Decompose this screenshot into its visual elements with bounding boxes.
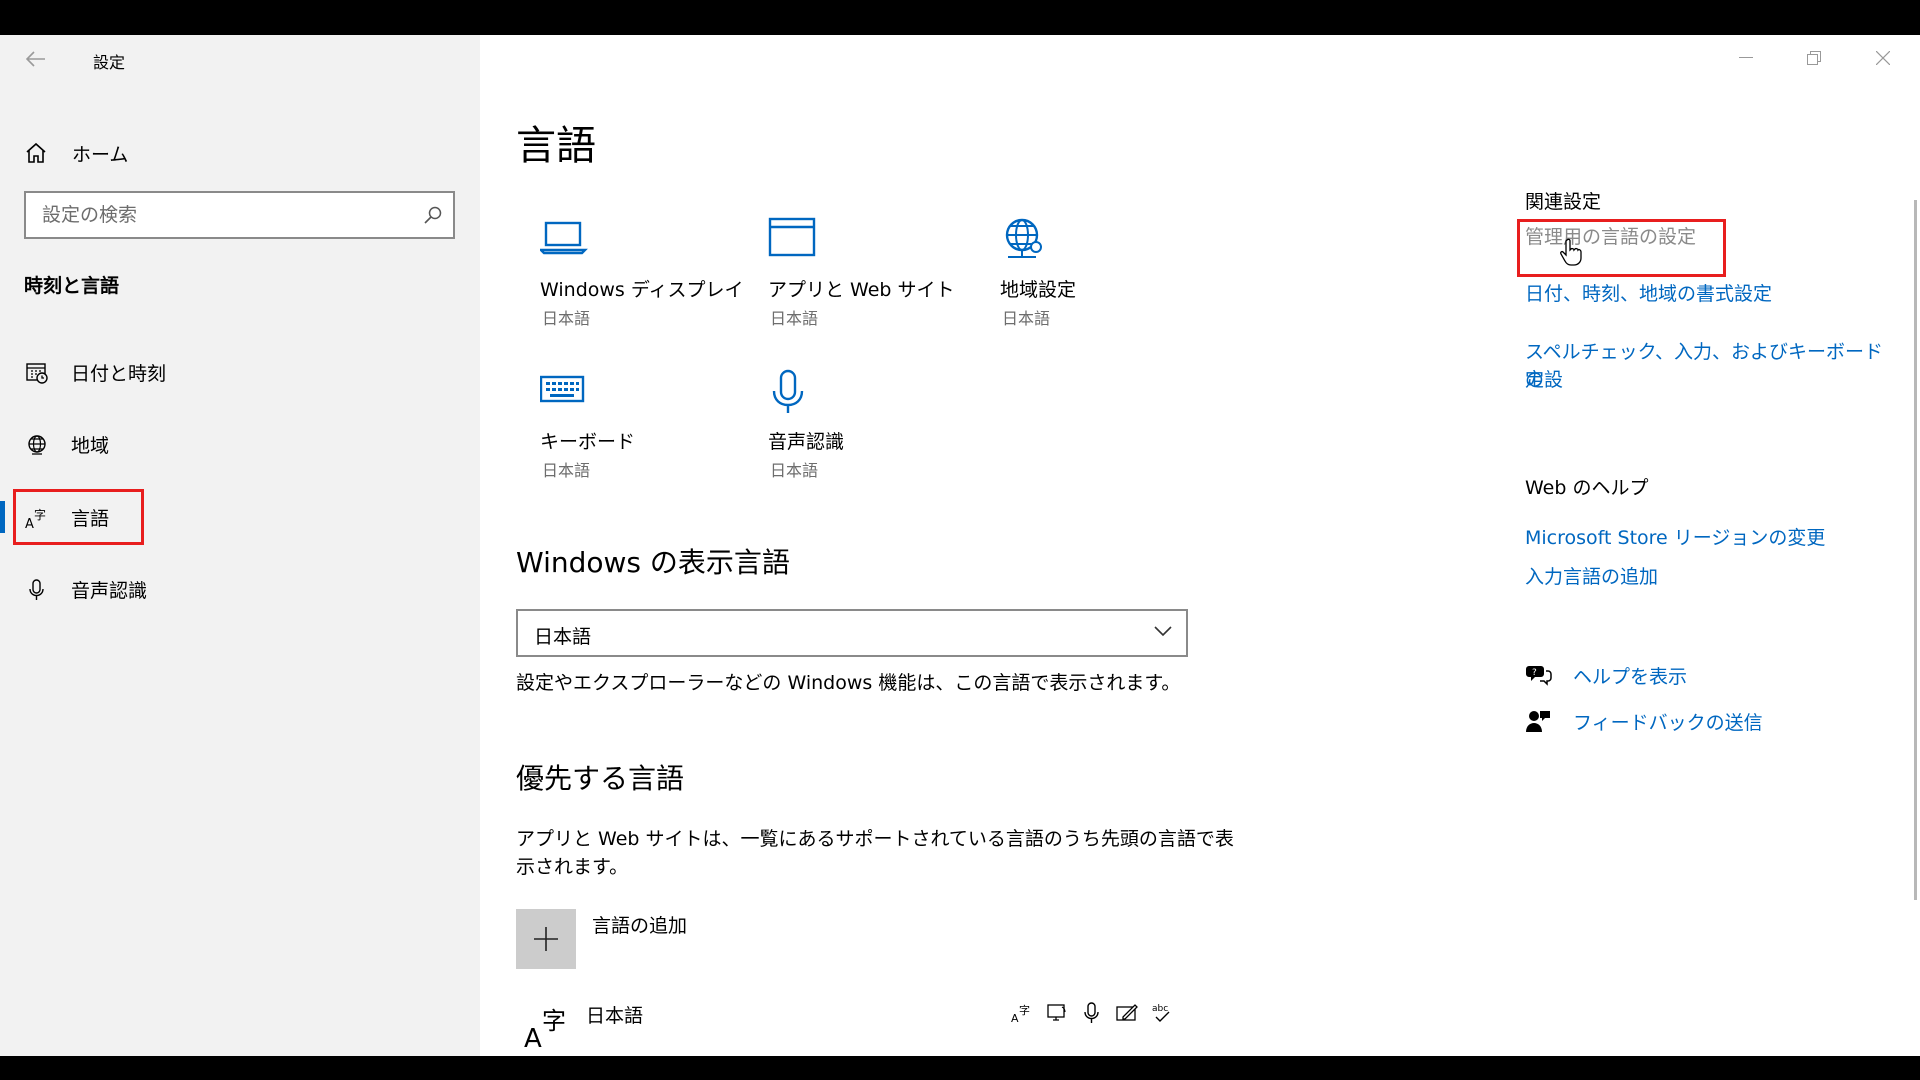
search-box[interactable] <box>24 191 455 239</box>
display-language-description: 設定やエクスプローラーなどの Windows 機能は、この言語で表示されます。 <box>516 672 1181 694</box>
globe-icon <box>24 432 50 458</box>
tile-label: アプリと Web サイト <box>768 279 955 301</box>
svg-text:字: 字 <box>1019 1003 1030 1017</box>
tile-apps-websites[interactable]: アプリと Web サイト 日本語 <box>768 217 988 337</box>
svg-text:abc: abc <box>1152 1004 1168 1014</box>
main-content: 言語 Windows ディスプレイ 日本語 アプリと Web サイト 日本語 地… <box>480 35 1920 1056</box>
microphone-icon <box>772 369 804 413</box>
preferred-languages-description-line2: 示されます。 <box>516 856 629 878</box>
search-input[interactable] <box>26 204 406 226</box>
section-title: 時刻と言語 <box>24 275 120 297</box>
add-language-label[interactable]: 言語の追加 <box>592 911 687 938</box>
sidebar-item-label: 地域 <box>71 435 110 457</box>
feedback-icon <box>1525 707 1553 735</box>
back-arrow-icon <box>26 51 45 67</box>
date-time-region-format-link[interactable]: 日付、時刻、地域の書式設定 <box>1525 280 1895 308</box>
tile-sub: 日本語 <box>770 309 819 328</box>
tile-windows-display[interactable]: Windows ディスプレイ 日本語 <box>540 217 760 337</box>
language-row-japanese[interactable]: 日本語 <box>586 1001 643 1028</box>
display-language-icon: A字 <box>1010 1001 1034 1025</box>
minimize-icon <box>1739 57 1753 58</box>
scrollbar[interactable] <box>1914 200 1917 900</box>
restore-icon <box>1807 51 1821 65</box>
close-icon <box>1876 51 1890 65</box>
tile-regional-format[interactable]: 地域設定 日本語 <box>1000 217 1220 337</box>
search-icon[interactable] <box>423 205 443 225</box>
tile-label: キーボード <box>540 431 636 453</box>
plus-icon <box>534 927 558 951</box>
spellcheck-icon: abc <box>1150 1001 1174 1025</box>
preferred-languages-heading: 優先する言語 <box>516 762 685 795</box>
restore-button[interactable] <box>1794 43 1834 73</box>
add-input-language-link[interactable]: 入力言語の追加 <box>1525 563 1895 591</box>
language-icon: A字 <box>524 1007 566 1051</box>
tile-sub: 日本語 <box>542 309 591 328</box>
home-icon <box>26 142 46 163</box>
minimize-button[interactable] <box>1726 43 1766 73</box>
back-button[interactable] <box>20 43 52 75</box>
tile-sub: 日本語 <box>542 461 591 480</box>
preferred-languages-description-line1: アプリと Web サイトは、一覧にあるサポートされている言語のうち先頭の言語で表 <box>516 828 1234 850</box>
dropdown-value: 日本語 <box>534 626 592 648</box>
speech-recognition-icon <box>1080 1001 1104 1025</box>
keyboard-icon <box>540 375 585 403</box>
tile-label: 音声認識 <box>768 431 845 453</box>
settings-window: 設定 ホーム 時刻と言語 日付と時刻 地域 A字 <box>0 35 1920 1056</box>
page-title: 言語 <box>516 123 596 169</box>
text-to-speech-icon <box>1045 1001 1069 1025</box>
laptop-icon <box>540 221 588 255</box>
highlight-box-language <box>13 489 144 545</box>
get-help-label: ヘルプを表示 <box>1573 665 1688 688</box>
sidebar: 設定 ホーム 時刻と言語 日付と時刻 地域 A字 <box>0 35 480 1056</box>
tile-label: Windows ディスプレイ <box>540 279 744 301</box>
highlight-box-admin-link <box>1517 219 1726 277</box>
screen-bottom-bar <box>0 1056 1920 1080</box>
help-chat-icon: ? <box>1525 661 1553 689</box>
microphone-icon <box>24 577 50 603</box>
screen-top-bar <box>0 0 1920 35</box>
handwriting-icon <box>1115 1001 1139 1025</box>
svg-text:?: ? <box>1532 668 1537 678</box>
svg-text:A: A <box>1011 1012 1019 1025</box>
svg-text:字: 字 <box>542 1007 566 1035</box>
sidebar-item-label: 音声認識 <box>71 580 148 602</box>
microsoft-store-region-link[interactable]: Microsoft Store リージョンの変更 <box>1525 524 1895 552</box>
hand-cursor-icon <box>1560 238 1582 266</box>
display-language-dropdown[interactable]: 日本語 <box>516 609 1188 657</box>
tile-speech[interactable]: 音声認識 日本語 <box>768 369 988 489</box>
sidebar-item-speech[interactable]: 音声認識 <box>0 563 480 615</box>
send-feedback-label: フィードバックの送信 <box>1573 711 1763 734</box>
sidebar-item-date-time[interactable]: 日付と時刻 <box>0 346 480 398</box>
related-settings-heading: 関連設定 <box>1525 191 1602 213</box>
tile-label: 地域設定 <box>1000 279 1077 301</box>
active-indicator <box>0 501 5 533</box>
close-button[interactable] <box>1863 43 1903 73</box>
svg-text:A: A <box>524 1024 542 1051</box>
web-help-heading: Web のヘルプ <box>1525 477 1649 499</box>
display-language-heading: Windows の表示言語 <box>516 546 790 579</box>
tile-sub: 日本語 <box>770 461 819 480</box>
home-label: ホーム <box>72 143 129 166</box>
chevron-down-icon <box>1154 626 1172 637</box>
send-feedback-link[interactable]: フィードバックの送信 <box>1525 707 1763 735</box>
globe-settings-icon <box>1005 218 1042 258</box>
spellcheck-typing-keyboard-link-line2[interactable]: 定 <box>1525 366 1895 394</box>
sidebar-item-region[interactable]: 地域 <box>0 418 480 470</box>
sidebar-item-label: 日付と時刻 <box>71 363 167 385</box>
app-title: 設定 <box>93 53 126 72</box>
add-language-button[interactable] <box>516 909 576 969</box>
sidebar-home[interactable]: ホーム <box>24 131 128 175</box>
window-icon <box>768 217 816 257</box>
calendar-clock-icon <box>24 360 50 386</box>
tile-keyboard[interactable]: キーボード 日本語 <box>540 369 760 489</box>
get-help-link[interactable]: ? ヘルプを表示 <box>1525 661 1687 689</box>
tile-sub: 日本語 <box>1002 309 1051 328</box>
language-features: A字 abc <box>1010 1001 1174 1025</box>
